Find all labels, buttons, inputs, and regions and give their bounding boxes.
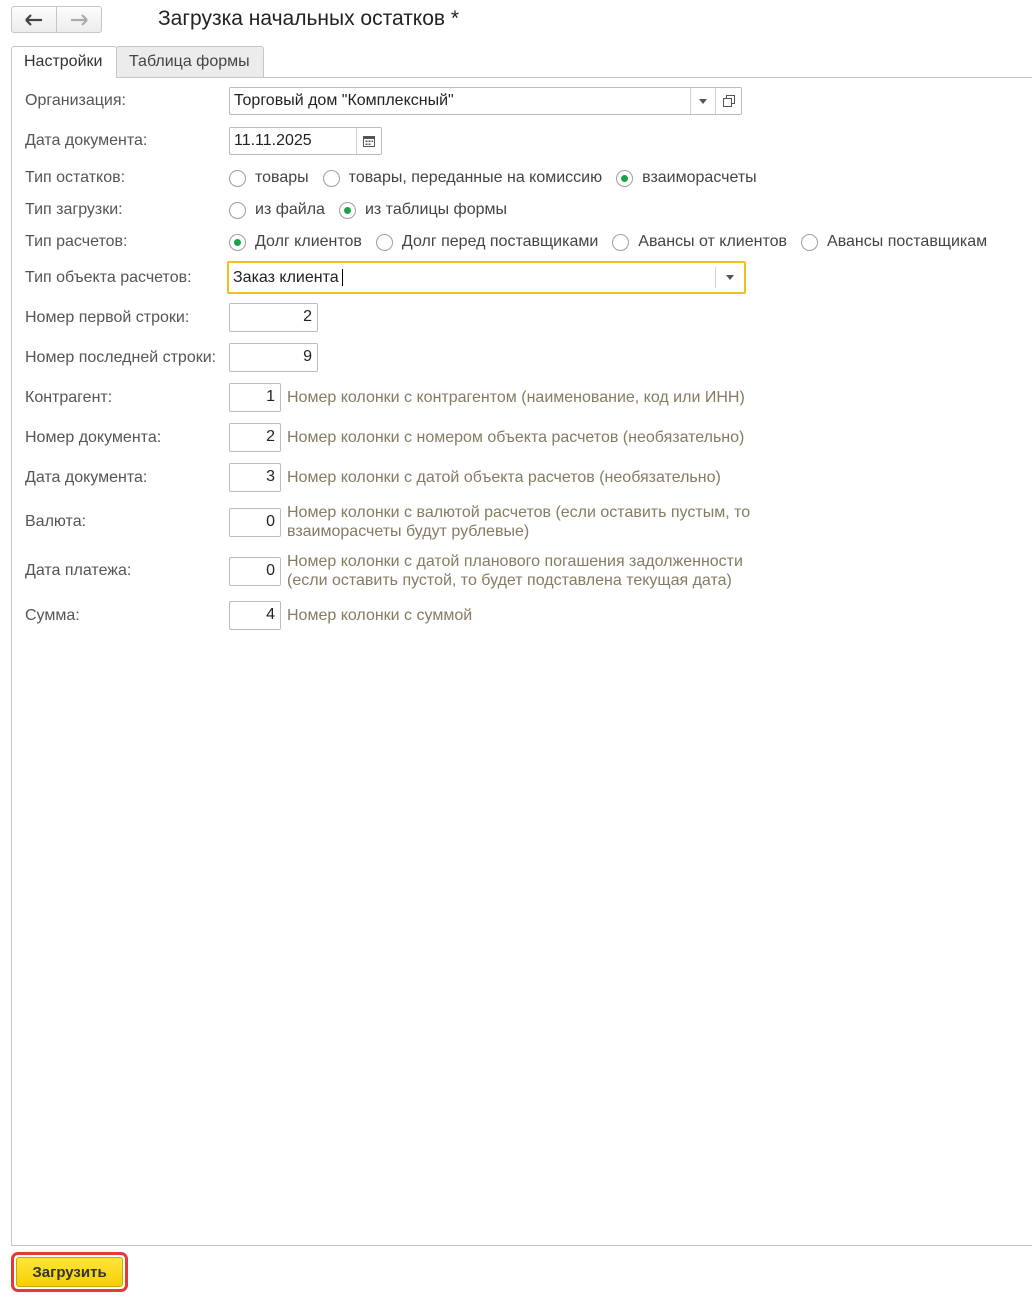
open-form-icon: [722, 95, 735, 107]
radio-button[interactable]: [375, 233, 393, 251]
settlement-type-radio-group: Долг клиентов Долг перед поставщиками Ав…: [229, 233, 987, 251]
radio-goods[interactable]: товары: [229, 169, 309, 187]
counterparty-column-input[interactable]: 1: [229, 383, 281, 412]
radio-button[interactable]: [229, 169, 246, 187]
first-row-input[interactable]: 2: [229, 303, 318, 332]
currency-column-input[interactable]: 0: [229, 508, 281, 537]
radio-label: из таблицы формы: [364, 201, 508, 218]
currency-hint-line2: взаиморасчеты будут рублевые): [287, 523, 530, 540]
chevron-down-icon: [726, 275, 734, 280]
text-cursor: [342, 269, 343, 286]
load-button-highlight: Загрузить: [11, 1252, 128, 1292]
load-type-label: Тип загрузки:: [25, 201, 123, 218]
organization-open-button[interactable]: [715, 88, 741, 114]
doc-number-column-input[interactable]: 2: [229, 423, 281, 452]
radio-button-selected[interactable]: [338, 201, 356, 219]
amount-column-input[interactable]: 4: [229, 601, 281, 630]
payment-date-hint-line1: Номер колонки с датой планового погашени…: [287, 553, 743, 570]
radio-button[interactable]: [801, 233, 819, 251]
payment-date-label: Дата платежа:: [25, 562, 132, 579]
radio-button-selected[interactable]: [229, 233, 246, 251]
last-row-label: Номер последней строки:: [25, 349, 217, 366]
chevron-down-icon: [699, 98, 707, 104]
navigation-buttons: [11, 6, 102, 33]
doc-date-label: Дата документа:: [25, 132, 148, 149]
radio-label: товары: [255, 169, 309, 186]
radio-customer-advances[interactable]: Авансы от клиентов: [612, 233, 787, 251]
radio-supplier-debt[interactable]: Долг перед поставщиками: [375, 233, 599, 251]
payment-date-hint-line2: (если оставить пустой, то будет подставл…: [287, 572, 732, 589]
doc-date-column-hint: Номер колонки с датой объекта расчетов (…: [287, 469, 721, 486]
settings-panel: [11, 77, 1032, 1246]
last-row-input[interactable]: 9: [229, 343, 318, 372]
tab-form-table[interactable]: Таблица формы: [116, 46, 264, 77]
radio-label: товары, переданные на комиссию: [348, 169, 603, 186]
settlement-object-type-value: Заказ клиента: [233, 269, 339, 286]
radio-button-selected[interactable]: [616, 169, 634, 187]
radio-label: Авансы поставщикам: [827, 233, 988, 250]
organization-field[interactable]: Торговый дом "Комплексный": [229, 87, 742, 115]
radio-button[interactable]: [229, 201, 246, 219]
payment-date-column-input[interactable]: 0: [229, 557, 281, 586]
settlement-type-label: Тип расчетов:: [25, 233, 128, 250]
calendar-icon: [363, 136, 375, 147]
radio-button[interactable]: [322, 169, 340, 187]
radio-supplier-advances[interactable]: Авансы поставщикам: [801, 233, 987, 251]
organization-label: Организация:: [25, 92, 126, 109]
radio-label: из файла: [255, 201, 325, 218]
tab-settings[interactable]: Настройки: [11, 46, 117, 78]
load-button[interactable]: Загрузить: [16, 1257, 123, 1287]
calendar-button[interactable]: [356, 128, 381, 154]
radio-from-file[interactable]: из файла: [229, 201, 325, 219]
amount-label: Сумма:: [25, 607, 80, 624]
doc-number-label: Номер документа:: [25, 429, 162, 446]
currency-hint: Номер колонки с валютой расчетов (если о…: [287, 503, 750, 541]
doc-date-column-label: Дата документа:: [25, 469, 148, 486]
radio-label: взаиморасчеты: [642, 169, 757, 186]
doc-number-hint: Номер колонки с номером объекта расчетов…: [287, 429, 745, 446]
counterparty-hint: Номер колонки с контрагентом (наименован…: [287, 389, 745, 406]
balance-type-label: Тип остатков:: [25, 169, 126, 186]
first-row-label: Номер первой строки:: [25, 309, 190, 326]
radio-button[interactable]: [612, 233, 630, 251]
settlement-object-type-dropdown-button[interactable]: [715, 267, 744, 288]
radio-label: Долг клиентов: [255, 233, 362, 250]
radio-customer-debt[interactable]: Долг клиентов: [229, 233, 362, 251]
arrow-right-icon: [71, 13, 88, 26]
forward-button[interactable]: [56, 7, 101, 32]
organization-value: Торговый дом "Комплексный": [234, 92, 454, 109]
radio-from-form-table[interactable]: из таблицы формы: [338, 201, 508, 219]
balance-type-radio-group: товары товары, переданные на комиссию вз…: [229, 169, 771, 187]
radio-goods-on-commission[interactable]: товары, переданные на комиссию: [322, 169, 603, 187]
back-button[interactable]: [12, 7, 56, 32]
doc-date-value: 11.11.2025: [234, 132, 312, 149]
payment-date-hint: Номер колонки с датой планового погашени…: [287, 552, 743, 590]
currency-label: Валюта:: [25, 513, 87, 530]
load-type-radio-group: из файла из таблицы формы: [229, 201, 521, 219]
radio-label: Долг перед поставщиками: [401, 233, 599, 250]
window-title: Загрузка начальных остатков *: [158, 7, 460, 30]
counterparty-label: Контрагент:: [25, 389, 113, 406]
doc-date-field[interactable]: 11.11.2025: [229, 127, 382, 155]
radio-label: Авансы от клиентов: [638, 233, 788, 250]
settlement-object-type-field[interactable]: Заказ клиента: [227, 261, 746, 294]
settlement-object-type-label: Тип объекта расчетов:: [25, 269, 192, 286]
currency-hint-line1: Номер колонки с валютой расчетов (если о…: [287, 504, 751, 521]
organization-dropdown-button[interactable]: [690, 88, 715, 114]
doc-date-column-input[interactable]: 3: [229, 463, 281, 492]
arrow-left-icon: [25, 13, 42, 26]
radio-settlements[interactable]: взаиморасчеты: [616, 169, 757, 187]
amount-hint: Номер колонки с суммой: [287, 607, 473, 624]
